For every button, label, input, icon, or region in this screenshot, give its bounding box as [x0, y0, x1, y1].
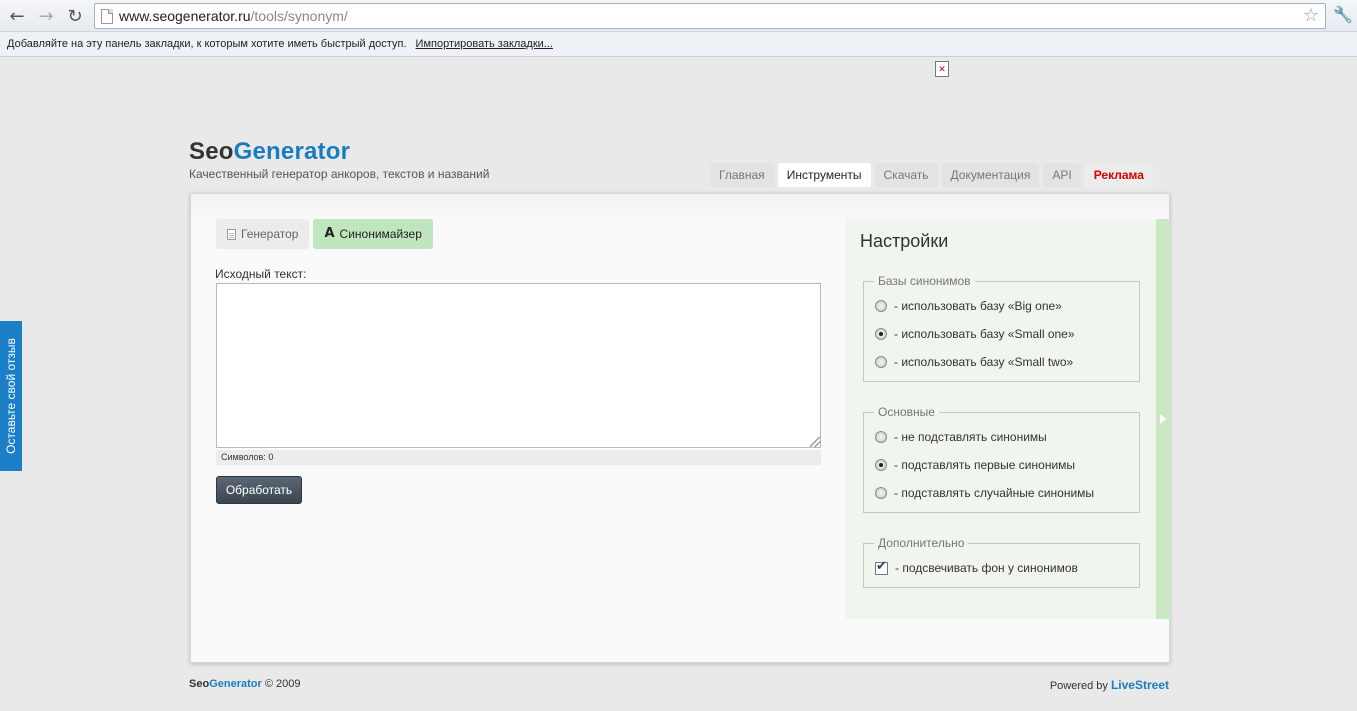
char-counter: Символов: 0: [216, 450, 821, 465]
menu-item-documentation[interactable]: Документация: [941, 163, 1040, 187]
settings-collapse-handle[interactable]: [1156, 219, 1170, 619]
tool-tabs: Генератор A Синонимайзер: [216, 219, 433, 249]
additional-options-group: Дополнительно - подсвечивать фон у синон…: [863, 536, 1140, 588]
site-logo[interactable]: SeoGenerator: [189, 138, 350, 166]
menu-item-home[interactable]: Главная: [710, 163, 774, 187]
main-card: Генератор A Синонимайзер Исходный текст:…: [190, 193, 1170, 663]
radio-selected-icon[interactable]: [875, 328, 887, 340]
letter-a-icon: A: [324, 226, 335, 241]
radio-icon[interactable]: [875, 431, 887, 443]
menu-item-tools[interactable]: Инструменты: [777, 163, 871, 187]
radio-selected-icon[interactable]: [875, 459, 887, 471]
tab-generator-label: Генератор: [241, 227, 299, 241]
forward-arrow-icon[interactable]: →: [35, 5, 57, 27]
import-bookmarks-link[interactable]: Импортировать закладки...: [416, 38, 553, 50]
feedback-tab[interactable]: Оставьте свой отзыв: [0, 321, 22, 471]
radio-icon[interactable]: [875, 356, 887, 368]
footer-logo-part1: Seo: [189, 678, 210, 690]
tab-synonymizer-label: Синонимайзер: [339, 227, 422, 241]
resize-grip-icon[interactable]: [810, 437, 820, 447]
process-button[interactable]: Обработать: [216, 476, 302, 504]
bookmarks-prompt: Добавляйте на эту панель закладки, к кот…: [7, 38, 407, 50]
feedback-label: Оставьте свой отзыв: [4, 338, 18, 454]
livestreet-link[interactable]: LiveStreet: [1111, 678, 1169, 692]
menu-item-download[interactable]: Скачать: [874, 163, 938, 187]
back-arrow-icon[interactable]: ←: [6, 5, 28, 27]
url-text[interactable]: www.seogenerator.ru/tools/synonym/: [119, 8, 348, 24]
logo-part2: Generator: [233, 138, 351, 165]
document-icon: [227, 228, 236, 240]
radio-icon[interactable]: [875, 300, 887, 312]
source-text-input[interactable]: [216, 283, 821, 448]
footer-year: © 2009: [264, 678, 301, 690]
tab-synonymizer[interactable]: A Синонимайзер: [313, 219, 433, 249]
tab-generator[interactable]: Генератор: [216, 219, 310, 249]
option-label: - подсвечивать фон у синонимов: [895, 561, 1078, 575]
additional-options-legend: Дополнительно: [878, 536, 965, 550]
footer-copyright: SeoGenerator © 2009: [189, 678, 300, 690]
checkbox-checked-icon[interactable]: [875, 559, 888, 575]
radio-icon[interactable]: [875, 487, 887, 499]
address-bar[interactable]: www.seogenerator.ru/tools/synonym/ ☆: [94, 3, 1326, 29]
synonym-bases-legend: Базы синонимов: [878, 274, 971, 288]
option-base-small-one[interactable]: - использовать базу «Small one»: [864, 320, 1139, 348]
main-menu: Главная Инструменты Скачать Документация…: [710, 163, 1153, 187]
option-base-big-one[interactable]: - использовать базу «Big one»: [864, 292, 1139, 320]
option-no-synonyms[interactable]: - не подставлять синонимы: [864, 423, 1139, 451]
option-label: - использовать базу «Small two»: [894, 355, 1074, 369]
footer-logo-part2: Generator: [209, 678, 262, 690]
option-label: - подставлять первые синонимы: [894, 458, 1076, 472]
settings-title: Настройки: [860, 231, 949, 251]
bookmarks-bar: Добавляйте на эту панель закладки, к кот…: [0, 32, 1357, 57]
main-options-group: Основные - не подставлять синонимы - под…: [863, 405, 1140, 513]
footer-powered-by: Powered by LiveStreet: [1050, 678, 1169, 692]
wrench-icon[interactable]: 🔧: [1333, 5, 1353, 27]
source-text-label: Исходный текст:: [215, 267, 307, 281]
broken-image-icon: ✕: [935, 61, 949, 77]
logo-part1: Seo: [189, 138, 234, 165]
reload-icon[interactable]: ↻: [64, 5, 86, 27]
site-tagline: Качественный генератор анкоров, текстов …: [189, 167, 490, 181]
browser-toolbar: ← → ↻ www.seogenerator.ru/tools/synonym/…: [0, 0, 1357, 32]
star-icon[interactable]: ☆: [1303, 5, 1319, 26]
synonym-bases-group: Базы синонимов - использовать базу «Big …: [863, 274, 1140, 382]
url-path: /tools/synonym/: [250, 8, 348, 24]
option-base-small-two[interactable]: - использовать базу «Small two»: [864, 348, 1139, 376]
menu-item-api[interactable]: API: [1043, 163, 1081, 187]
powered-by-text: Powered by: [1049, 680, 1108, 692]
option-label: - подставлять случайные синонимы: [894, 486, 1095, 500]
option-label: - использовать базу «Big one»: [894, 299, 1062, 313]
page-icon: [101, 8, 113, 24]
settings-panel: Настройки Базы синонимов - использовать …: [846, 219, 1170, 619]
char-counter-label: Символов:: [221, 452, 266, 462]
option-label: - не подставлять синонимы: [894, 430, 1047, 444]
option-first-synonyms[interactable]: - подставлять первые синонимы: [864, 451, 1139, 479]
main-options-legend: Основные: [878, 405, 935, 419]
char-counter-value: 0: [268, 452, 274, 462]
url-host: www.seogenerator.ru: [119, 8, 251, 24]
menu-item-advertising[interactable]: Реклама: [1084, 163, 1153, 187]
option-highlight-synonyms[interactable]: - подсвечивать фон у синонимов: [864, 554, 1139, 582]
option-random-synonyms[interactable]: - подставлять случайные синонимы: [864, 479, 1139, 507]
option-label: - использовать базу «Small one»: [894, 327, 1075, 341]
